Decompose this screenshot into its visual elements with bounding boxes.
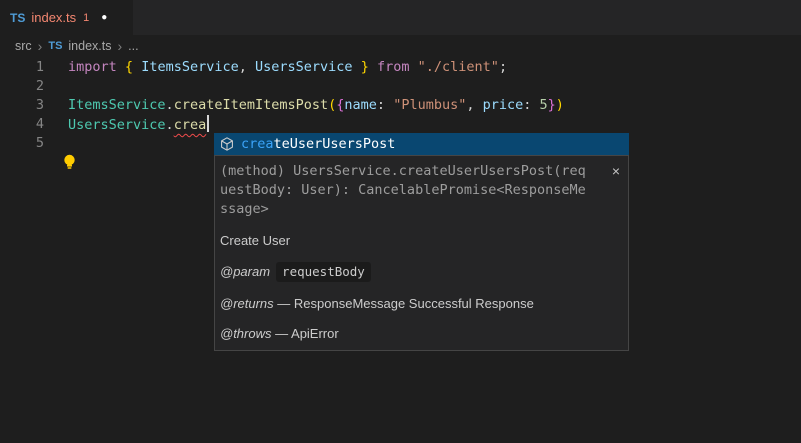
doc-tag-label: @param [220,264,270,279]
suggest-widget: createUserUsersPost (method) UsersServic… [214,133,629,351]
tab-error-count: 1 [83,12,89,24]
breadcrumb-item-src[interactable]: src [15,39,32,53]
dirty-indicator-icon[interactable]: ● [101,12,107,23]
doc-description: Create User [220,233,628,249]
doc-tag-label: @returns [220,296,274,311]
code-line[interactable]: 4 UsersService.crea [0,115,801,134]
chevron-right-icon: › [118,39,123,53]
code-text: ItemsService.createItemItemsPost({name: … [68,96,564,115]
typescript-file-icon: TS [10,11,25,25]
breadcrumb-item-file[interactable]: index.ts [68,39,111,53]
line-number: 1 [0,58,44,77]
doc-tag-text: — ResponseMessage Successful Response [277,296,534,311]
vscode-window: TS index.ts 1 ● src › TS index.ts › ... … [0,0,801,443]
text-cursor [207,115,209,132]
code-line[interactable]: 1 import { ItemsService, UsersService } f… [0,58,801,77]
suggestion-label: createUserUsersPost [241,136,395,152]
doc-tag-text: — ApiError [275,326,339,341]
doc-tag-throws: @throws — ApiError [220,325,628,350]
method-signature: (method) UsersService.createUserUsersPos… [220,162,592,219]
code-text: UsersService.crea [68,115,209,134]
tab-filename: index.ts [31,10,76,25]
line-number: 3 [0,96,44,115]
lightbulb-icon[interactable] [62,154,77,170]
tab-index-ts[interactable]: TS index.ts 1 ● [0,0,133,35]
method-cube-icon [219,136,235,152]
doc-tag-returns: @returns — ResponseMessage Successful Re… [220,295,628,312]
tab-bar: TS index.ts 1 ● [0,0,801,35]
breadcrumb-item-symbol[interactable]: ... [128,39,138,53]
close-icon[interactable]: × [612,164,620,219]
suggestion-docs-panel: (method) UsersService.createUserUsersPos… [214,155,629,351]
suggestion-rest-text: teUserUsersPost [274,136,396,152]
line-number: 2 [0,77,44,96]
chevron-right-icon: › [38,39,43,53]
typescript-file-icon: TS [48,40,62,52]
breadcrumb: src › TS index.ts › ... [0,35,801,57]
line-number: 4 [0,115,44,134]
code-line[interactable]: 3 ItemsService.createItemItemsPost({name:… [0,96,801,115]
line-number: 5 [0,134,44,153]
code-text: import { ItemsService, UsersService } fr… [68,58,507,77]
suggestion-item-createUserUsersPost[interactable]: createUserUsersPost [214,133,629,155]
doc-tag-label: @throws [220,326,272,341]
param-name-chip: requestBody [276,262,371,282]
doc-tag-param: @param requestBody [220,262,628,282]
suggestion-match-text: crea [241,136,274,152]
code-line[interactable]: 2 [0,77,801,96]
